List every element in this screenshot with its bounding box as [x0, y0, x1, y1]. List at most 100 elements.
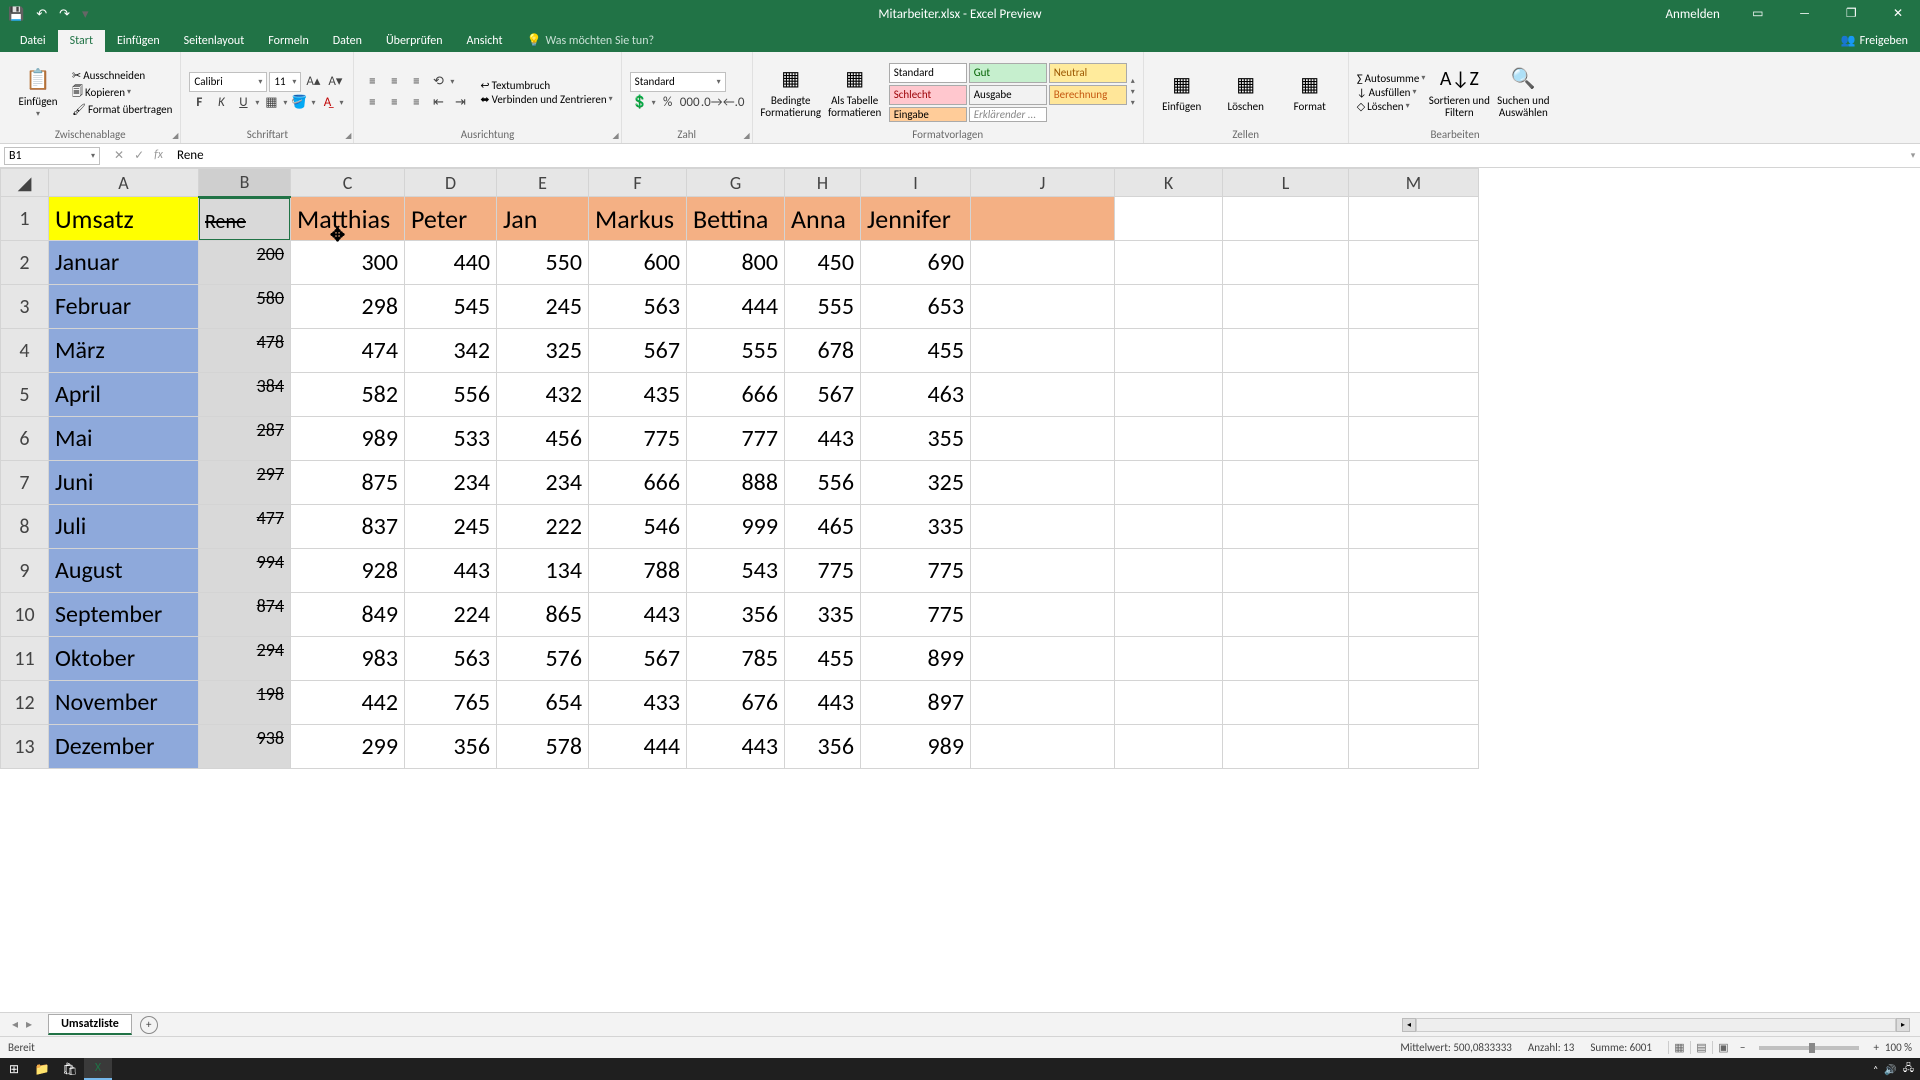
column-header-L[interactable]: L: [1223, 169, 1349, 197]
sheet-nav-prev-icon[interactable]: ◂: [12, 1017, 18, 1032]
cell-F2[interactable]: 600: [589, 241, 687, 285]
cell-B5[interactable]: 384: [199, 373, 291, 417]
zoom-in-icon[interactable]: +: [1873, 1041, 1878, 1054]
qat-customize-icon[interactable]: ▾: [82, 7, 89, 22]
undo-icon[interactable]: ↶: [36, 7, 47, 22]
cell-D4[interactable]: 342: [405, 329, 497, 373]
cell-B3[interactable]: 580: [199, 285, 291, 329]
cell-E4[interactable]: 325: [497, 329, 589, 373]
font-dialog-icon[interactable]: ◢: [345, 131, 351, 141]
increase-decimal-icon[interactable]: .0→: [702, 93, 722, 113]
cell-A13[interactable]: Dezember: [49, 725, 199, 769]
cell-C10[interactable]: 849: [291, 593, 405, 637]
row-header-10[interactable]: 10: [1, 593, 49, 637]
merge-center-button[interactable]: ⬌ Verbinden und Zentrieren ▾: [480, 93, 612, 106]
cell-I12[interactable]: 897: [861, 681, 971, 725]
cell-J13[interactable]: [971, 725, 1115, 769]
signin-link[interactable]: Anmelden: [1650, 7, 1736, 22]
cell-F12[interactable]: 433: [589, 681, 687, 725]
zoom-out-icon[interactable]: −: [1740, 1041, 1745, 1054]
cell-K11[interactable]: [1115, 637, 1223, 681]
cell-J11[interactable]: [971, 637, 1115, 681]
column-header-G[interactable]: G: [687, 169, 785, 197]
cell-M1[interactable]: [1349, 197, 1479, 241]
column-header-B[interactable]: B: [199, 169, 291, 197]
add-sheet-button[interactable]: +: [140, 1016, 158, 1034]
cell-H6[interactable]: 443: [785, 417, 861, 461]
cell-B6[interactable]: 287: [199, 417, 291, 461]
copy-button[interactable]: 🗐 Kopieren ▾: [72, 83, 172, 102]
hscroll-left-icon[interactable]: ◂: [1402, 1018, 1416, 1032]
style-gut[interactable]: Gut: [969, 63, 1047, 83]
cell-F9[interactable]: 788: [589, 549, 687, 593]
style-ausgabe[interactable]: Ausgabe: [969, 85, 1047, 105]
cell-B7[interactable]: 297: [199, 461, 291, 505]
column-header-M[interactable]: M: [1349, 169, 1479, 197]
row-header-13[interactable]: 13: [1, 725, 49, 769]
ribbon-options-icon[interactable]: ▭: [1736, 0, 1780, 28]
cell-E3[interactable]: 245: [497, 285, 589, 329]
cell-E7[interactable]: 234: [497, 461, 589, 505]
cell-F10[interactable]: 443: [589, 593, 687, 637]
formula-input[interactable]: Rene: [173, 148, 1906, 163]
cell-G7[interactable]: 888: [687, 461, 785, 505]
cell-D10[interactable]: 224: [405, 593, 497, 637]
share-button[interactable]: 👥 Freigeben: [1829, 29, 1920, 52]
row-header-1[interactable]: 1: [1, 197, 49, 241]
cell-L6[interactable]: [1223, 417, 1349, 461]
cell-H12[interactable]: 443: [785, 681, 861, 725]
cell-L7[interactable]: [1223, 461, 1349, 505]
cell-A10[interactable]: September: [49, 593, 199, 637]
cell-M9[interactable]: [1349, 549, 1479, 593]
cell-J6[interactable]: [971, 417, 1115, 461]
cell-D7[interactable]: 234: [405, 461, 497, 505]
cell-H5[interactable]: 567: [785, 373, 861, 417]
cell-G1[interactable]: Bettina: [687, 197, 785, 241]
italic-button[interactable]: K: [211, 93, 231, 113]
cell-M2[interactable]: [1349, 241, 1479, 285]
name-box[interactable]: B1▾: [4, 147, 100, 165]
tab-view[interactable]: Ansicht: [455, 30, 515, 52]
cell-H9[interactable]: 775: [785, 549, 861, 593]
cell-L1[interactable]: [1223, 197, 1349, 241]
cell-C3[interactable]: 298: [291, 285, 405, 329]
view-buttons[interactable]: ▦▤▣: [1668, 1041, 1734, 1054]
cell-J4[interactable]: [971, 329, 1115, 373]
cell-B1[interactable]: Rene: [199, 197, 291, 241]
save-icon[interactable]: 💾: [8, 7, 24, 22]
cell-G8[interactable]: 999: [687, 505, 785, 549]
cell-J10[interactable]: [971, 593, 1115, 637]
align-middle-icon[interactable]: ≡: [384, 72, 404, 92]
tray-expand-icon[interactable]: ˄: [1873, 1063, 1878, 1076]
decrease-font-icon[interactable]: A▾: [325, 72, 345, 92]
row-header-11[interactable]: 11: [1, 637, 49, 681]
cell-E10[interactable]: 865: [497, 593, 589, 637]
row-header-12[interactable]: 12: [1, 681, 49, 725]
row-header-8[interactable]: 8: [1, 505, 49, 549]
cell-L5[interactable]: [1223, 373, 1349, 417]
cell-J12[interactable]: [971, 681, 1115, 725]
cell-J5[interactable]: [971, 373, 1115, 417]
delete-cells-button[interactable]: ▦Löschen: [1216, 71, 1276, 113]
row-header-9[interactable]: 9: [1, 549, 49, 593]
cell-B9[interactable]: 994: [199, 549, 291, 593]
clear-button[interactable]: ◇ Löschen ▾: [1357, 100, 1426, 113]
style-standard[interactable]: Standard: [889, 63, 967, 83]
cell-C7[interactable]: 875: [291, 461, 405, 505]
cell-C13[interactable]: 299: [291, 725, 405, 769]
format-cells-button[interactable]: ▦Format: [1280, 71, 1340, 113]
underline-button[interactable]: U: [233, 93, 253, 113]
confirm-edit-icon[interactable]: ✓: [134, 148, 144, 163]
hscroll-track[interactable]: [1416, 1018, 1896, 1032]
row-header-5[interactable]: 5: [1, 373, 49, 417]
cell-I6[interactable]: 355: [861, 417, 971, 461]
cell-G12[interactable]: 676: [687, 681, 785, 725]
cell-H11[interactable]: 455: [785, 637, 861, 681]
align-right-icon[interactable]: ≡: [406, 93, 426, 113]
cell-A9[interactable]: August: [49, 549, 199, 593]
thousands-icon[interactable]: 000: [680, 93, 700, 113]
number-dialog-icon[interactable]: ◢: [744, 131, 750, 141]
cell-A11[interactable]: Oktober: [49, 637, 199, 681]
cell-K10[interactable]: [1115, 593, 1223, 637]
cell-G2[interactable]: 800: [687, 241, 785, 285]
